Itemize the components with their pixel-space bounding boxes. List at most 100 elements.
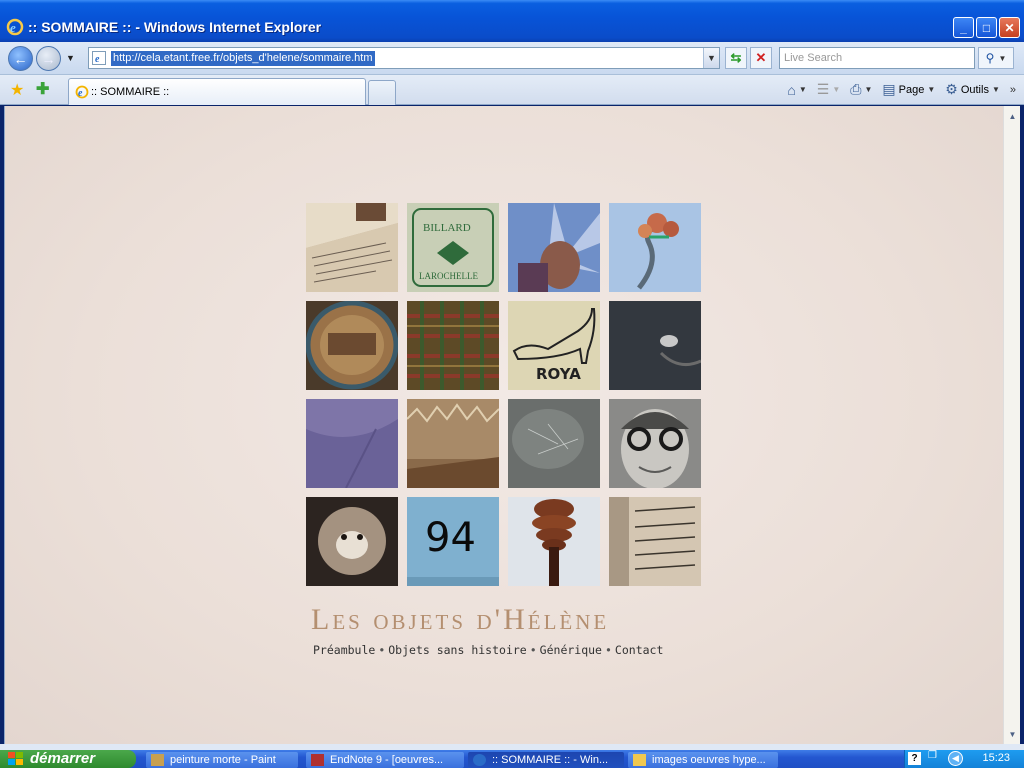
close-button[interactable]: ✕ [999,17,1020,38]
system-tray: ? ❐ ◀ 15:23 [904,750,1024,768]
page-menu-button[interactable]: ▤ Page ▼ [882,81,935,98]
printer-icon: ⎙ [850,81,862,97]
leather-binder-image [609,301,701,390]
nav-separator: • [604,643,612,657]
thumbnail-honey-dipper[interactable] [508,497,600,586]
chevron-down-icon: ▼ [707,53,716,63]
tartan-fabric-image [407,301,499,390]
task-endnote[interactable]: EndNote 9 - [oeuvres... [306,752,464,768]
nav-separator: • [378,643,386,657]
svg-text:e: e [78,88,83,99]
task-label: :: SOMMAIRE :: - Win... [492,754,609,766]
thumbnail-tartan-fabric[interactable] [407,301,499,390]
nav-objets-link[interactable]: Objets sans histoire [388,643,526,657]
chevron-down-icon: ▼ [991,85,1000,94]
billard-label-image: BILLARD LAROCHELLE [407,203,499,292]
honey-dipper-image [508,497,600,586]
internet-explorer-icon: e [6,18,24,36]
tab-label: :: SOMMAIRE :: [91,86,170,98]
favorites-star-icon[interactable]: ★ [10,80,24,100]
thumbnail-handwritten-book[interactable] [306,203,398,292]
minimize-icon: _ [960,20,967,35]
scroll-up-icon[interactable]: ▲ [1005,108,1020,124]
add-favorite-icon[interactable]: ✚ [36,79,49,99]
scratched-metal-image [508,399,600,488]
arrow-left-icon: ← [13,50,28,67]
minimize-button[interactable]: _ [953,17,974,38]
arrow-right-icon: → [41,50,56,67]
page-ie-icon: e [92,51,106,65]
page-ie-icon: e [75,85,89,99]
tools-menu-label: Outils [960,83,989,96]
web-page: BILLARD LAROCHELLE ROYA 94 Les objets d'… [5,106,1004,744]
back-button[interactable]: ← [8,46,33,71]
forward-button[interactable]: → [36,46,61,71]
help-icon[interactable]: ? [908,752,921,765]
home-icon: ⌂ [787,81,796,98]
start-button[interactable]: démarrer [0,750,136,768]
task-explorer-folder[interactable]: images oeuvres hype... [628,752,778,768]
new-tab-button[interactable] [368,80,396,105]
site-title: Les objets d'Hélène [311,603,610,636]
thumbnail-brooch-sky[interactable] [609,203,701,292]
nav-separator: • [529,643,537,657]
nav-preambule-link[interactable]: Préambule [313,643,375,657]
thumbnail-shoe-drawing[interactable]: ROYA [508,301,600,390]
thumbnail-plush-toy[interactable] [306,497,398,586]
thumbnail-christ-painting[interactable] [508,203,600,292]
nav-generique-link[interactable]: Générique [540,643,602,657]
svg-text:BILLARD: BILLARD [423,222,471,234]
chevron-down-icon: ▼ [864,85,873,94]
task-internet-explorer[interactable]: :: SOMMAIRE :: - Win... [468,752,624,768]
thumbnail-leather-binder[interactable] [609,301,701,390]
url-text[interactable]: http://cela.etant.free.fr/objets_d'helen… [111,51,375,66]
thumbnail-scratched-metal[interactable] [508,399,600,488]
thumbnail-man-portrait[interactable] [609,399,701,488]
decorative-plate-image [306,301,398,390]
thumbnail-open-book[interactable] [609,497,701,586]
feeds-button[interactable]: ☰ ▼ [817,81,840,98]
task-paint[interactable]: peinture morte - Paint [146,752,298,768]
search-button[interactable]: ⚲ ▼ [978,47,1014,69]
chevron-more-icon[interactable]: » [1010,84,1016,96]
close-icon: ✕ [1004,20,1015,35]
stop-button[interactable]: ✕ [750,47,772,69]
restore-window-icon[interactable]: ❐ [928,750,937,761]
man-portrait-image [609,399,701,488]
rss-feed-icon: ☰ [816,81,830,97]
vertical-scrollbar[interactable]: ▲ ▼ [1003,106,1020,744]
chevron-down-icon: ▼ [832,85,841,94]
site-nav: Préambule • Objets sans histoire • Générique… [313,643,663,657]
refresh-button[interactable]: ⇆ [725,47,747,69]
chevron-left-icon[interactable]: ◀ [948,751,963,766]
thumbnail-decorative-plate[interactable] [306,301,398,390]
print-button[interactable]: ⎙ ▼ [850,81,872,98]
thumbnail-fur-brush[interactable] [407,399,499,488]
tools-menu-button[interactable]: ⚙ Outils ▼ [945,81,1000,98]
home-button[interactable]: ⌂ ▼ [787,82,806,98]
fur-brush-image [407,399,499,488]
windows-flag-icon [8,752,23,765]
window-titlebar[interactable]: e :: SOMMAIRE :: - Windows Internet Expl… [0,0,1024,42]
nav-contact-link[interactable]: Contact [615,643,663,657]
refresh-icon: ⇆ [730,50,742,65]
chevron-down-icon: ▼ [927,85,936,94]
search-icon: ⚲ [985,51,995,65]
history-dropdown-icon[interactable]: ▼ [66,53,75,63]
address-dropdown-button[interactable]: ▼ [703,48,719,68]
thumbnail-billard-label[interactable]: BILLARD LAROCHELLE [407,203,499,292]
tab-sommaire[interactable]: e :: SOMMAIRE :: [68,78,366,105]
svg-text:e: e [95,54,100,65]
task-label: EndNote 9 - [oeuvres... [330,754,444,766]
search-placeholder: Live Search [784,52,843,64]
thumbnail-number-94[interactable]: 94 [407,497,499,586]
maximize-button[interactable]: □ [976,17,997,38]
search-input[interactable]: Live Search [779,47,975,69]
scroll-down-icon[interactable]: ▼ [1005,726,1020,742]
thumbnail-purple-leather[interactable] [306,399,398,488]
page-icon: ▤ [882,81,896,97]
plush-toy-image [306,497,398,586]
brooch-sky-image [609,203,701,292]
tray-clock[interactable]: 15:23 [982,752,1010,764]
address-input[interactable]: e http://cela.etant.free.fr/objets_d'hel… [88,47,720,69]
